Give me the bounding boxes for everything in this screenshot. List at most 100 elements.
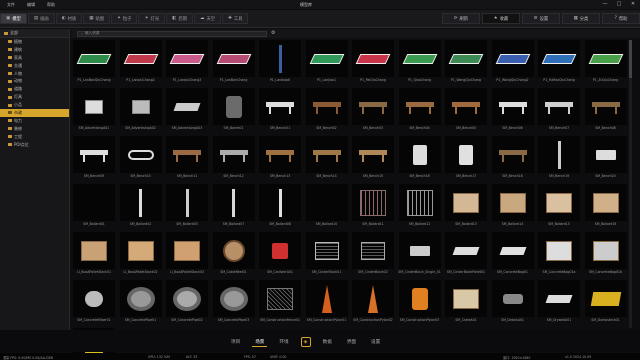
asset-item[interactable]: LI_BoxAPalletStack02 (119, 232, 162, 280)
asset-item[interactable]: SM_CinderBlock02 (352, 232, 394, 280)
close-icon[interactable]: ✕ (630, 1, 636, 7)
tree-root[interactable]: 全部 (0, 29, 69, 38)
asset-item[interactable]: SM_ConcreteMixer01 (73, 280, 115, 328)
asset-thumbnail[interactable] (445, 136, 487, 173)
asset-item[interactable]: SM_ConstructionPylon03 (398, 280, 441, 328)
asset-item[interactable]: SM_Bench02 (305, 88, 348, 136)
asset-item[interactable]: SM_AdvertisingA01 (73, 88, 115, 136)
asset-item[interactable]: SM_ConcretePipe01 (119, 280, 162, 328)
asset-item[interactable]: SM_DumpsterA01 (584, 280, 627, 328)
asset-item[interactable]: SM_ConstructionPylon02 (352, 280, 394, 328)
asset-item[interactable]: SM_ConcreteBag01 (491, 232, 534, 280)
app-logo-icon[interactable]: ◈ (300, 337, 311, 347)
asset-thumbnail[interactable] (73, 184, 115, 221)
asset-item[interactable]: SM_Bench14 (305, 136, 348, 184)
asset-item[interactable]: SM_ConstructionPylon01 (305, 280, 348, 328)
asset-item[interactable]: P1_YuMaoQiuChang (538, 40, 580, 88)
search-input[interactable]: ⌕ 输入资源 (77, 30, 267, 37)
asset-item[interactable]: SM_Bench19 (538, 136, 580, 184)
asset-item[interactable]: SM_Bollard01 (73, 184, 115, 232)
asset-item[interactable]: SM_Bench15 (352, 136, 394, 184)
asset-thumbnail[interactable] (352, 88, 394, 125)
toolbar-button-4[interactable]: ? 帮助 (602, 13, 640, 24)
asset-thumbnail[interactable] (398, 232, 441, 269)
asset-thumbnail[interactable] (445, 40, 487, 77)
asset-item[interactable]: SM_CinderBlock_Single_01 (398, 232, 441, 280)
asset-thumbnail[interactable] (491, 40, 534, 77)
asset-item[interactable]: SM_CrateA01 (445, 280, 487, 328)
asset-thumbnail[interactable] (73, 136, 115, 173)
asset-item[interactable]: SM_Bench05 (445, 88, 487, 136)
asset-thumbnail[interactable] (212, 184, 255, 221)
menu-help[interactable]: 帮助 (47, 2, 55, 8)
asset-item[interactable]: P1_QiaoChang (398, 40, 441, 88)
asset-thumbnail[interactable] (445, 88, 487, 125)
asset-item[interactable]: SM_Bench17 (445, 136, 487, 184)
asset-thumbnail[interactable] (166, 280, 208, 317)
asset-grid-scrollbar[interactable] (629, 40, 632, 328)
asset-item[interactable]: SM_ConcreteBag01b (584, 232, 627, 280)
asset-thumbnail[interactable] (166, 184, 208, 221)
asset-thumbnail[interactable] (491, 88, 534, 125)
asset-item[interactable]: SM_Bollard12 (398, 184, 441, 232)
asset-item[interactable]: LI_BoxAPalletStack01 (73, 232, 115, 280)
menu-file[interactable]: 文件 (7, 2, 15, 8)
asset-thumbnail[interactable] (491, 184, 534, 221)
asset-item[interactable]: SM_Bollard13 (445, 184, 487, 232)
asset-item[interactable]: SM_Bench11 (166, 136, 208, 184)
tree-item-13[interactable]: POI点位 (0, 141, 69, 149)
asset-item[interactable]: SM_DebrisA01 (491, 280, 534, 328)
asset-thumbnail[interactable] (212, 232, 255, 269)
tree-item-3[interactable]: 交通 (0, 62, 69, 70)
asset-thumbnail[interactable] (73, 88, 115, 125)
tab-6[interactable]: ◧ 后期 (166, 13, 193, 24)
asset-item[interactable]: P1_WangQiuChang (445, 40, 487, 88)
tree-item-4[interactable]: 人物 (0, 70, 69, 78)
tree-item-10[interactable]: 电力 (0, 117, 69, 125)
asset-thumbnail[interactable] (73, 232, 115, 269)
asset-thumbnail[interactable] (584, 184, 627, 221)
asset-item[interactable]: SM_Bench01 (259, 88, 301, 136)
tree-item-8[interactable]: 小品 (0, 101, 69, 109)
asset-thumbnail[interactable] (259, 136, 301, 173)
asset-item[interactable]: SM_Bench16 (398, 136, 441, 184)
asset-item[interactable]: SM_ConcretePipe02 (166, 280, 208, 328)
toolbar-button-0[interactable]: ⟳ 刷新 (442, 13, 480, 24)
tree-item-9[interactable]: 市政 (0, 109, 69, 117)
asset-thumbnail[interactable] (119, 232, 162, 269)
asset-item[interactable]: SM_CableReel01 (212, 232, 255, 280)
asset-thumbnail[interactable] (119, 88, 162, 125)
asset-item[interactable]: SM_DrywallA01 (538, 280, 580, 328)
tab-1[interactable]: ▤ 插画 (27, 13, 55, 24)
asset-item[interactable]: P1_LanqiuChang3 (166, 40, 208, 88)
asset-thumbnail[interactable] (212, 88, 255, 125)
asset-thumbnail[interactable] (259, 40, 301, 77)
asset-item[interactable]: SM_Bench04 (398, 88, 441, 136)
dock-item-5[interactable]: 界面 (344, 338, 359, 346)
asset-thumbnail[interactable] (119, 280, 162, 317)
asset-item[interactable]: SM_ConcretePipe03 (212, 280, 255, 328)
dock-item-0[interactable]: 项目 (228, 338, 243, 346)
asset-thumbnail[interactable] (73, 280, 115, 317)
asset-thumbnail[interactable] (73, 40, 115, 77)
tab-7[interactable]: ☁ 天空 (193, 13, 222, 24)
tree-item-11[interactable]: 装修 (0, 125, 69, 133)
asset-thumbnail[interactable] (584, 136, 627, 173)
asset-thumbnail[interactable] (538, 88, 580, 125)
tree-item-12[interactable]: 工程 (0, 133, 69, 141)
asset-item[interactable]: SM_CanisterA01 (259, 232, 301, 280)
asset-item[interactable]: P1_LanqiuChang2 (119, 40, 162, 88)
tab-0[interactable]: ▣ 模型 (0, 13, 27, 24)
asset-item[interactable]: SM_Bollard15 (538, 184, 580, 232)
tab-2[interactable]: ◐ 材质 (55, 13, 83, 24)
tree-item-5[interactable]: 动物 (0, 77, 69, 85)
asset-item[interactable]: SM_Bench03 (352, 88, 394, 136)
asset-thumbnail[interactable] (398, 40, 441, 77)
asset-item[interactable]: SM_Bench20 (584, 136, 627, 184)
asset-thumbnail[interactable] (584, 280, 627, 317)
asset-thumbnail[interactable] (398, 280, 441, 317)
asset-thumbnail[interactable] (166, 136, 208, 173)
asset-thumbnail[interactable] (352, 280, 394, 317)
tree-item-7[interactable]: 灯具 (0, 93, 69, 101)
asset-thumbnail[interactable] (305, 184, 348, 221)
